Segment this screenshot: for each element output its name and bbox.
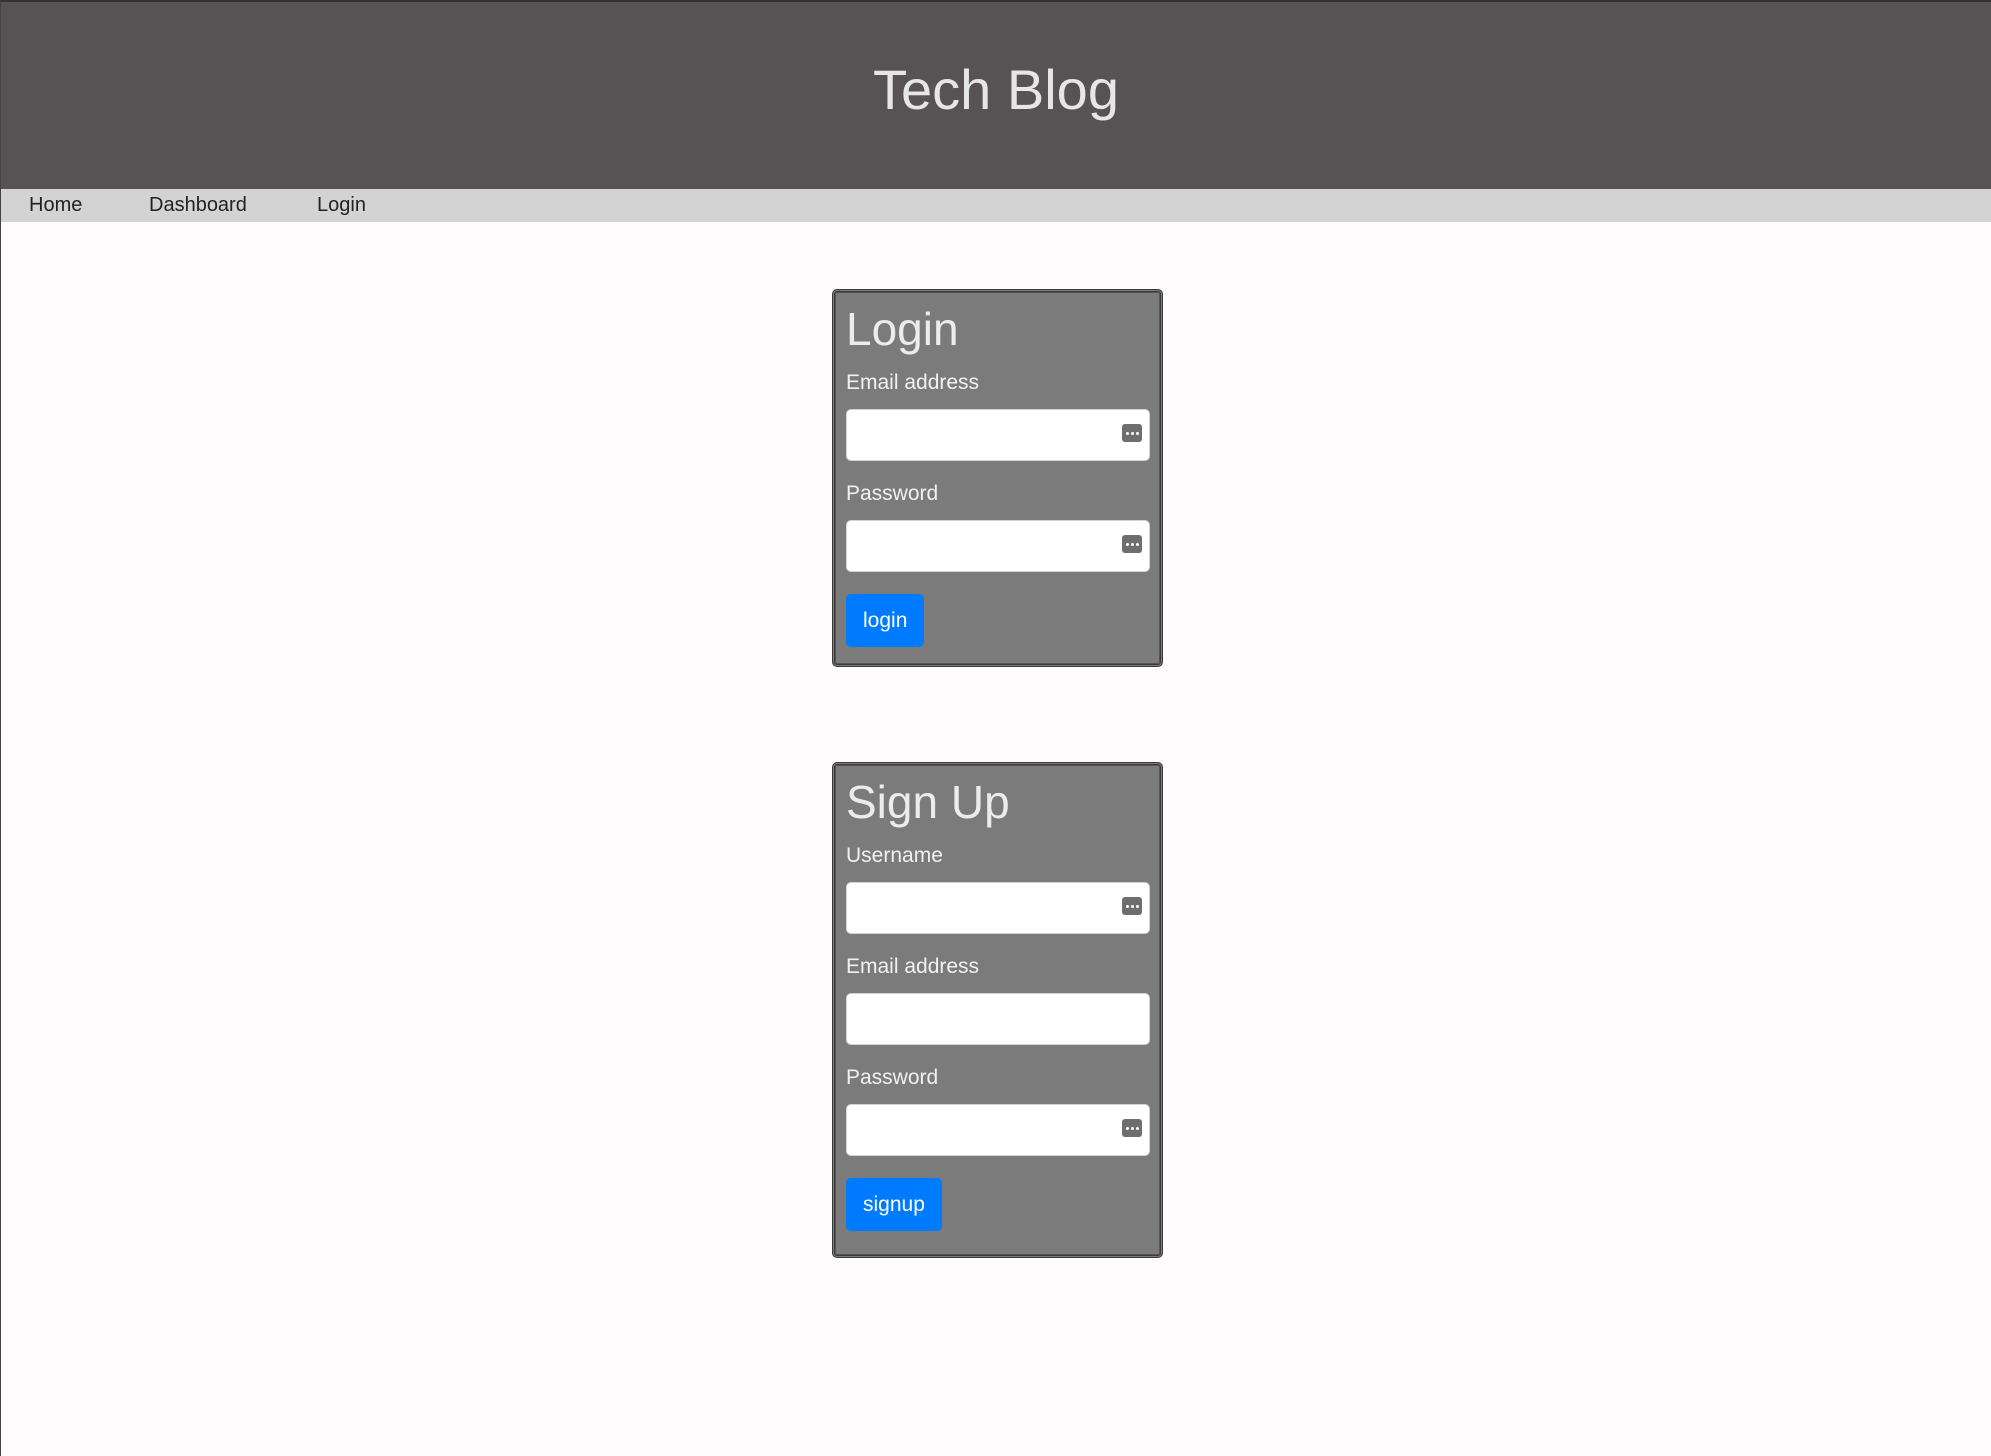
login-email-field-wrap bbox=[846, 409, 1150, 461]
signup-username-input[interactable] bbox=[846, 882, 1150, 934]
login-password-field-wrap bbox=[846, 520, 1150, 572]
login-email-label: Email address bbox=[846, 371, 980, 394]
nav-link-dashboard[interactable]: Dashboard bbox=[149, 189, 247, 222]
login-password-input[interactable] bbox=[846, 520, 1150, 572]
password-manager-icon[interactable] bbox=[1122, 1119, 1142, 1137]
password-manager-icon[interactable] bbox=[1122, 535, 1142, 553]
signup-email-label: Email address bbox=[846, 955, 980, 978]
login-title: Login bbox=[846, 303, 959, 355]
site-header: Tech Blog bbox=[1, 2, 1991, 189]
login-button[interactable]: login bbox=[846, 594, 925, 647]
signup-card: Sign Up Username Email address Password … bbox=[832, 762, 1163, 1258]
signup-password-field-wrap bbox=[846, 1104, 1150, 1156]
login-email-input[interactable] bbox=[846, 409, 1150, 461]
password-manager-icon[interactable] bbox=[1122, 424, 1142, 442]
signup-password-label: Password bbox=[846, 1066, 939, 1089]
signup-username-label: Username bbox=[846, 844, 943, 867]
signup-title: Sign Up bbox=[846, 776, 1010, 828]
signup-email-input[interactable] bbox=[846, 993, 1150, 1045]
signup-username-field-wrap bbox=[846, 882, 1150, 934]
signup-password-input[interactable] bbox=[846, 1104, 1150, 1156]
nav-link-home[interactable]: Home bbox=[29, 189, 82, 222]
signup-email-field-wrap bbox=[846, 993, 1150, 1045]
nav-link-login[interactable]: Login bbox=[317, 189, 366, 222]
password-manager-icon[interactable] bbox=[1122, 897, 1142, 915]
login-card: Login Email address Password login bbox=[832, 289, 1163, 667]
site-title: Tech Blog bbox=[873, 57, 1119, 121]
signup-button[interactable]: signup bbox=[846, 1178, 942, 1231]
main-nav: Home Dashboard Login bbox=[1, 189, 1991, 222]
login-password-label: Password bbox=[846, 482, 939, 505]
